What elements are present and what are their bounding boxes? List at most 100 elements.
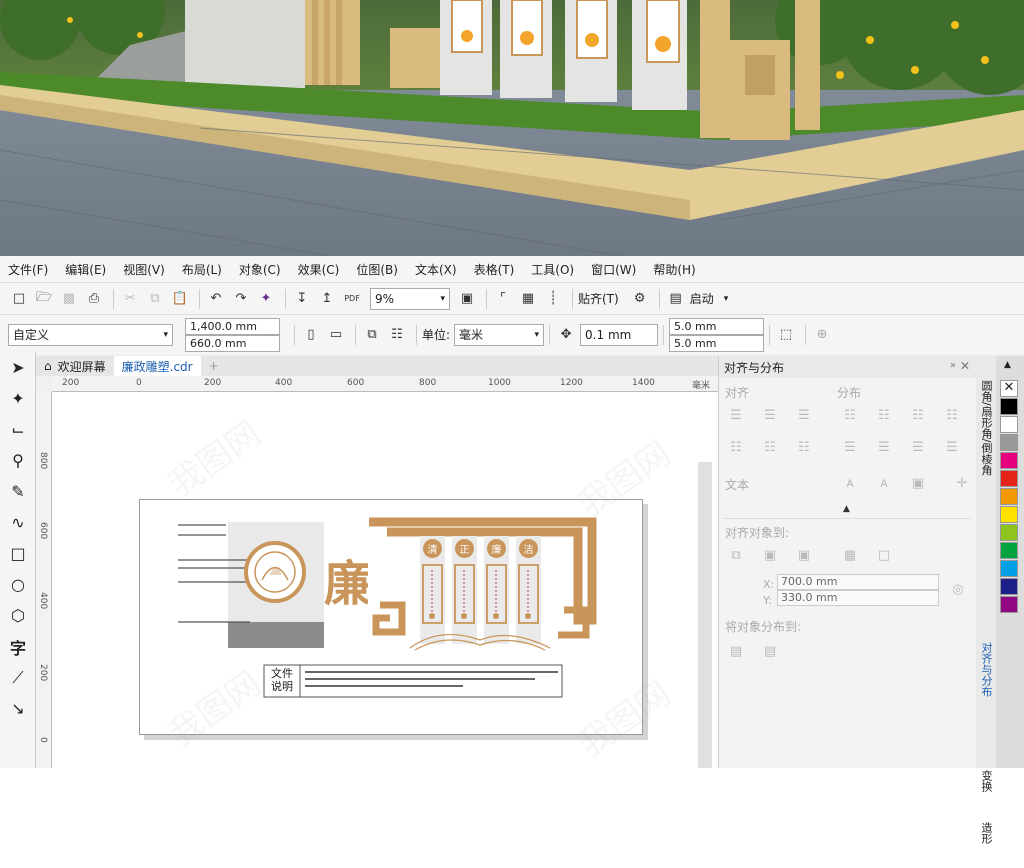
- menu-bitmaps[interactable]: 位图(B): [356, 261, 398, 278]
- docker-tab-shaping[interactable]: 造形: [976, 818, 996, 868]
- distribute-spacing-v-icon[interactable]: ☰: [941, 436, 963, 458]
- export-icon[interactable]: ↥: [316, 288, 338, 310]
- align-top-icon[interactable]: ☷: [725, 436, 747, 458]
- palette-swatch[interactable]: [1000, 452, 1018, 469]
- dimension-tool-icon[interactable]: ⟋: [0, 662, 36, 693]
- distribute-spacing-h-icon[interactable]: ☷: [941, 404, 963, 426]
- open-folder-icon[interactable]: 🗁: [33, 288, 55, 310]
- menu-help[interactable]: 帮助(H): [653, 261, 695, 278]
- text-first-baseline-icon[interactable]: ᴀ: [839, 472, 861, 494]
- artistic-media-icon[interactable]: ∿: [0, 507, 36, 538]
- all-pages-icon[interactable]: ⧉: [361, 324, 383, 346]
- grid-align-icon[interactable]: ▦: [839, 544, 861, 566]
- landscape-icon[interactable]: ▭: [325, 324, 347, 346]
- menu-window[interactable]: 窗口(W): [591, 261, 636, 278]
- import-icon[interactable]: ↧: [291, 288, 313, 310]
- docker-tab-align[interactable]: 对齐与分布: [976, 638, 996, 738]
- full-screen-icon[interactable]: ▣: [456, 288, 478, 310]
- launch-menu[interactable]: 启动: [690, 290, 714, 307]
- menu-layout[interactable]: 布局(L): [182, 261, 222, 278]
- align-left-icon[interactable]: ☰: [725, 404, 747, 426]
- align-center-h-icon[interactable]: ☰: [759, 404, 781, 426]
- new-document-icon[interactable]: □: [8, 288, 30, 310]
- nudge-distance-field[interactable]: 0.1 mm: [580, 323, 659, 346]
- align-right-icon[interactable]: ☰: [793, 404, 815, 426]
- specified-point-icon[interactable]: □: [873, 544, 895, 566]
- print-icon[interactable]: ⎙: [83, 288, 105, 310]
- units-select[interactable]: 毫米 ▾: [454, 323, 545, 346]
- no-color-swatch[interactable]: ✕: [1000, 380, 1018, 397]
- menu-file[interactable]: 文件(F): [8, 261, 48, 278]
- guidelines-icon[interactable]: ┊: [542, 288, 564, 310]
- align-center-v-icon[interactable]: ☷: [759, 436, 781, 458]
- undo-icon[interactable]: ↶: [205, 288, 227, 310]
- pick-tool-icon[interactable]: ➤: [0, 352, 36, 383]
- crop-tool-icon[interactable]: ⌙: [0, 414, 36, 445]
- rulers-icon[interactable]: ⌜: [492, 288, 514, 310]
- launch-dropdown-icon[interactable]: ▾: [724, 294, 729, 304]
- redo-icon[interactable]: ↷: [230, 288, 252, 310]
- palette-swatch[interactable]: [1000, 470, 1018, 487]
- save-icon[interactable]: ▩: [58, 288, 80, 310]
- active-objects-icon[interactable]: ⧉: [725, 544, 747, 566]
- docker-tab-fillet[interactable]: 圆角/扇形角/倒棱角: [976, 376, 996, 516]
- page-edge-icon[interactable]: ▣: [759, 544, 781, 566]
- palette-swatch[interactable]: [1000, 542, 1018, 559]
- treat-as-filled-icon[interactable]: ⬚: [775, 324, 797, 346]
- tab-welcome[interactable]: ⌂ 欢迎屏幕: [36, 356, 114, 376]
- palette-swatch[interactable]: [1000, 506, 1018, 523]
- polygon-tool-icon[interactable]: ⬡: [0, 600, 36, 631]
- tab-document[interactable]: 廉政雕塑.cdr: [113, 356, 201, 376]
- palette-swatch[interactable]: [1000, 578, 1018, 595]
- x-position-field[interactable]: 700.0 mm: [777, 574, 939, 590]
- add-preset-icon[interactable]: ⊕: [811, 324, 833, 346]
- align-bottom-icon[interactable]: ☷: [793, 436, 815, 458]
- text-bounding-box-icon[interactable]: ▣: [907, 472, 929, 494]
- distribute-page-icon[interactable]: ▤: [759, 640, 781, 662]
- docker-tab-transform[interactable]: 变换: [976, 766, 996, 812]
- connector-tool-icon[interactable]: ↘: [0, 693, 36, 724]
- vertical-ruler[interactable]: 800 600 400 200 0: [36, 392, 52, 768]
- new-tab-icon[interactable]: +: [201, 356, 227, 376]
- palette-swatch[interactable]: [1000, 596, 1018, 613]
- palette-swatch[interactable]: [1000, 524, 1018, 541]
- zoom-select[interactable]: 9% ▾: [370, 287, 450, 310]
- ellipse-tool-icon[interactable]: ○: [0, 569, 36, 600]
- text-tool-icon[interactable]: 字: [0, 631, 36, 662]
- portrait-icon[interactable]: ▯: [300, 324, 322, 346]
- page-width-field[interactable]: 1,400.0 mm: [185, 317, 280, 335]
- rectangle-tool-icon[interactable]: □: [0, 538, 36, 569]
- menu-view[interactable]: 视图(V): [123, 261, 165, 278]
- signage-design[interactable]: [140, 500, 644, 736]
- collapse-section-icon[interactable]: ▲: [843, 504, 850, 514]
- snap-to-menu[interactable]: 贴齐(T): [578, 290, 619, 307]
- palette-swatch[interactable]: [1000, 434, 1018, 451]
- y-position-field[interactable]: 330.0 mm: [777, 590, 939, 606]
- drawing-page[interactable]: 廉 清 正 廉 洁 文件 说明: [139, 499, 643, 735]
- menu-text[interactable]: 文本(X): [415, 261, 457, 278]
- cut-icon[interactable]: ✂: [119, 288, 141, 310]
- application-launcher-icon[interactable]: ▤: [665, 288, 687, 310]
- docker-expand-icon[interactable]: »: [950, 360, 956, 371]
- palette-swatch[interactable]: [1000, 560, 1018, 577]
- copy-icon[interactable]: ⧉: [144, 288, 166, 310]
- distribute-right-icon[interactable]: ☷: [907, 404, 929, 426]
- pick-point-icon[interactable]: ◎: [947, 578, 969, 600]
- distribute-top-icon[interactable]: ☰: [839, 436, 861, 458]
- distribute-bottom-icon[interactable]: ☰: [907, 436, 929, 458]
- docker-close-icon[interactable]: ✕: [960, 359, 970, 373]
- drawing-canvas[interactable]: 廉 清 正 廉 洁 文件 说明 我图网 我图网 我图网 我图网: [52, 392, 718, 768]
- freehand-tool-icon[interactable]: ✎: [0, 476, 36, 507]
- menu-tools[interactable]: 工具(O): [531, 261, 574, 278]
- duplicate-y-field[interactable]: 5.0 mm: [669, 334, 765, 352]
- text-last-baseline-icon[interactable]: ᴀ: [873, 472, 895, 494]
- palette-scroll-up-icon[interactable]: ▲: [1004, 360, 1011, 370]
- page-center-icon[interactable]: ▣: [793, 544, 815, 566]
- current-page-icon[interactable]: ☷: [386, 324, 408, 346]
- horizontal-ruler[interactable]: 200 0 200 400 600 800 1000 1200 1400 毫米: [52, 376, 718, 392]
- paste-icon[interactable]: 📋: [169, 288, 191, 310]
- distribute-left-icon[interactable]: ☷: [839, 404, 861, 426]
- vertical-scrollbar[interactable]: [698, 462, 712, 768]
- duplicate-x-field[interactable]: 5.0 mm: [669, 317, 765, 335]
- palette-swatch[interactable]: [1000, 488, 1018, 505]
